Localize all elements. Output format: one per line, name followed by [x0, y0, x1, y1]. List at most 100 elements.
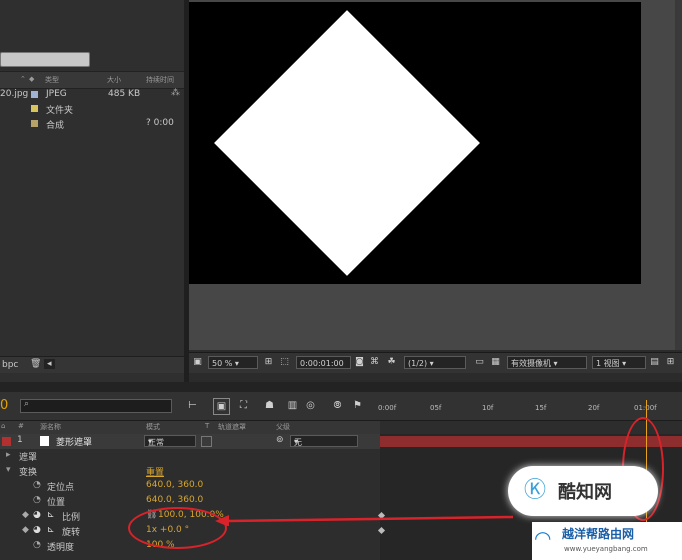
lock-icon[interactable]: ⌂: [1, 422, 5, 430]
property-label: 变换: [19, 468, 38, 478]
time-ruler[interactable]: 0:00f 05f 10f 15f 20f 01:00f: [378, 400, 682, 420]
blend-mode-select[interactable]: 正常 ▾: [144, 435, 196, 447]
column-source-name[interactable]: 源名称: [40, 422, 61, 432]
label-tag-icon[interactable]: ◆: [29, 75, 34, 83]
property-value[interactable]: 640.0, 360.0: [146, 480, 203, 490]
watermark-brand: 酷知网: [558, 482, 612, 503]
color-channel-icon[interactable]: ☘: [386, 357, 397, 368]
expand-icon[interactable]: ⊞: [665, 357, 676, 368]
stopwatch-icon[interactable]: ◕: [33, 510, 41, 520]
column-duration[interactable]: 持续时间: [146, 75, 174, 85]
panel-separator[interactable]: [0, 382, 682, 392]
label-swatch[interactable]: [31, 91, 38, 98]
keyframe[interactable]: [377, 526, 386, 535]
keyframe-nav-icon[interactable]: ◆: [22, 510, 29, 520]
column-type[interactable]: 类型: [45, 75, 59, 85]
bit-depth-label[interactable]: bpc: [2, 360, 18, 370]
timeline-search-input[interactable]: ⌕: [20, 399, 172, 413]
label-swatch[interactable]: [31, 120, 38, 127]
zoom-select[interactable]: 50 % ▾: [208, 356, 258, 369]
parent-select[interactable]: 无 ▾: [290, 435, 358, 447]
property-value[interactable]: 640.0, 360.0: [146, 495, 203, 505]
reset-link[interactable]: 重置: [146, 465, 164, 478]
layout-icon[interactable]: ▤: [649, 357, 660, 368]
layer-column-header: ⌂ # 源名称 模式 T 轨道遮罩 父级: [0, 421, 380, 435]
composition-canvas[interactable]: [189, 2, 641, 284]
annotation-arrow: [215, 515, 514, 526]
stopwatch-icon[interactable]: ◔: [33, 540, 41, 550]
stopwatch-icon[interactable]: ◔: [33, 480, 41, 490]
preview-icon[interactable]: ▣: [192, 357, 203, 368]
resolution-select[interactable]: (1/2) ▾: [404, 356, 466, 369]
frame-blending-icon[interactable]: ▥: [285, 398, 300, 413]
property-group-masks[interactable]: ▸ 遮罩: [0, 449, 380, 464]
column-size[interactable]: 大小: [107, 75, 121, 85]
layer-row[interactable]: 1 菱形遮罩 正常 ▾ ⊚ 无 ▾: [0, 434, 380, 449]
camera-select[interactable]: 有效摄像机 ▾: [507, 356, 587, 369]
live-update-icon[interactable]: ▣: [213, 398, 230, 415]
comp-flowchart-icon[interactable]: ⊢: [185, 398, 200, 413]
motion-blur-icon[interactable]: ◎: [303, 398, 318, 413]
property-group-transform[interactable]: ▾ 变换 重置: [0, 464, 380, 479]
label-swatch[interactable]: [2, 437, 11, 446]
project-panel: ⌃ ◆ 类型 大小 持续时间 20.jpg JPEG 485 KB ⁂ 文件夹 …: [0, 0, 184, 382]
preserve-transparency-checkbox[interactable]: [201, 436, 212, 447]
property-row[interactable]: ◔ 定位点 640.0, 360.0: [0, 479, 380, 494]
project-search-input[interactable]: [0, 52, 90, 67]
property-label: 透明度: [47, 543, 75, 553]
project-item-type: JPEG: [46, 89, 67, 99]
zoom-value: 50 %: [212, 359, 233, 368]
column-number[interactable]: #: [18, 422, 24, 430]
project-item[interactable]: 文件夹: [0, 102, 184, 116]
expand-arrow-icon[interactable]: ▸: [6, 450, 11, 460]
ruler-tick: 20f: [588, 404, 600, 412]
annotation-oval: [128, 507, 227, 549]
column-t[interactable]: T: [205, 422, 209, 430]
grid-icon[interactable]: ⊞: [263, 357, 274, 368]
layer-name[interactable]: 菱形遮罩: [56, 435, 92, 448]
current-time-display[interactable]: 0:00:01:00: [296, 356, 351, 369]
stopwatch-icon[interactable]: ◕: [33, 525, 41, 535]
scroll-left-icon[interactable]: ◂: [44, 359, 55, 369]
project-item[interactable]: 20.jpg JPEG 485 KB ⁂: [0, 88, 184, 102]
viewer-scrollbar[interactable]: [675, 0, 682, 350]
toggle-mask-icon[interactable]: ⌘: [369, 357, 380, 368]
column-mode[interactable]: 模式: [146, 422, 160, 432]
composition-viewer: [189, 0, 682, 350]
timeline-time-display[interactable]: 0: [0, 398, 8, 413]
stopwatch-icon[interactable]: ◔: [33, 495, 41, 505]
camera-icon[interactable]: ◙: [354, 357, 365, 368]
project-item-size: 485 KB: [108, 89, 141, 99]
viewer-toolbar: ▣ 50 % ▾ ⊞ ⬚ 0:00:01:00 ◙ ⌘ ☘ (1/2) ▾ ▭ …: [189, 352, 682, 373]
ruler-tick: 0:00f: [378, 404, 397, 412]
hide-shy-icon[interactable]: ☗: [262, 398, 277, 413]
layer-number: 1: [17, 435, 23, 445]
project-footer: bpc 🗑 ◂: [0, 356, 184, 373]
watermark-site-name: 越洋帮路由网: [562, 527, 635, 541]
draft-3d-icon[interactable]: ⛶: [236, 398, 251, 413]
flowchart-icon[interactable]: ⁂: [171, 88, 180, 98]
column-parent[interactable]: 父级: [276, 422, 290, 432]
trash-icon[interactable]: 🗑: [30, 359, 41, 369]
sort-icon[interactable]: ⌃: [20, 75, 26, 83]
graph-editor-icon[interactable]: ⦾: [330, 398, 345, 413]
property-label: 位置: [47, 498, 66, 508]
brainstorm-icon[interactable]: ⚑: [350, 398, 365, 413]
views-select[interactable]: 1 视图 ▾: [592, 356, 646, 369]
keyframe-nav-icon[interactable]: ◆: [22, 525, 29, 535]
project-item-name: 20.jpg: [0, 89, 29, 99]
column-track-matte[interactable]: 轨道遮罩: [218, 422, 246, 432]
logo-icon: Ⓚ: [524, 478, 547, 503]
ruler-tick: 15f: [535, 404, 547, 412]
collapse-arrow-icon[interactable]: ▾: [6, 465, 11, 475]
transparency-grid-icon[interactable]: ▦: [490, 357, 501, 368]
region-of-interest-icon[interactable]: ▭: [474, 357, 485, 368]
label-swatch[interactable]: [31, 105, 38, 112]
diamond-shape[interactable]: [214, 10, 480, 276]
project-item-duration: ? 0:00: [146, 118, 174, 128]
ruler-tick: 10f: [482, 404, 494, 412]
pick-whip-icon[interactable]: ⊚: [276, 435, 284, 445]
safe-area-icon[interactable]: ⬚: [279, 357, 290, 368]
project-item[interactable]: 合成 ? 0:00: [0, 117, 184, 131]
search-icon: ⌕: [24, 399, 30, 409]
